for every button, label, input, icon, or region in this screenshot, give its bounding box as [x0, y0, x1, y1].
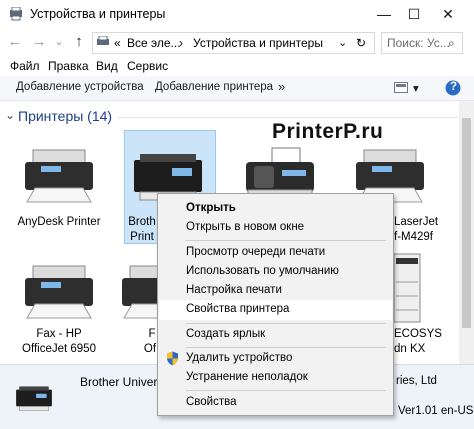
menu-tools[interactable]: Сервис [127, 59, 168, 73]
menu-item-troubleshoot[interactable]: Устранение неполадок [186, 371, 308, 383]
close-button[interactable]: ✕ [430, 0, 466, 28]
menu-item-create-shortcut[interactable]: Создать ярлык [186, 328, 265, 340]
device-label-ecosys[interactable]: ECOSYS [394, 327, 454, 342]
search-box[interactable]: Поиск: Ус... ⌕ [381, 32, 463, 54]
details-version: Ver1.01 en-US [398, 405, 474, 417]
breadcrumb-root[interactable]: « [114, 36, 121, 50]
maximize-button[interactable]: ☐ [396, 0, 432, 28]
view-options-icon[interactable] [394, 82, 408, 94]
device-label-laserjet-line2[interactable]: f-M429f [394, 230, 454, 245]
menu-item-view-print-queue[interactable]: Просмотр очереди печати [186, 246, 325, 258]
add-printer-button[interactable]: Добавление принтера [155, 81, 273, 93]
menu-view[interactable]: Вид [96, 59, 118, 73]
command-toolbar: Добавление устройства Добавление принтер… [0, 76, 474, 101]
address-bar[interactable]: « Все эле... › Устройства и принтеры ⌄ ↻ [92, 32, 375, 54]
device-label-laserjet[interactable]: LaserJet [394, 215, 454, 230]
menu-edit[interactable]: Правка [48, 59, 89, 73]
title-bar: Устройства и принтеры — ☐ ✕ [0, 0, 474, 28]
devices-printers-icon [10, 7, 22, 21]
watermark-logo: PrinterP.ru [272, 120, 384, 143]
device-label-partial-line2[interactable]: Of [142, 342, 158, 357]
device-label-fax-hp-line2[interactable]: OfficeJet 6950 [6, 342, 112, 357]
menu-bar: Файл Правка Вид Сервис [0, 57, 474, 75]
selected-printer-thumbnail-icon [16, 386, 52, 411]
group-header-printers[interactable]: Принтеры (14) [18, 108, 112, 124]
address-dropdown-icon[interactable]: ⌄ [338, 36, 347, 49]
back-arrow-icon[interactable]: ← [6, 33, 24, 51]
navigation-bar: ← → ⌄ ↑ « Все эле... › Устройства и прин… [0, 28, 474, 56]
breadcrumb-devices-printers[interactable]: Устройства и принтеры [193, 36, 323, 50]
search-icon[interactable]: ⌕ [448, 36, 455, 51]
details-manufacturer: ries, Ltd [396, 375, 437, 387]
menu-item-properties[interactable]: Свойства [186, 396, 237, 408]
scrollbar-thumb[interactable] [462, 118, 471, 328]
menu-separator [186, 390, 386, 391]
menu-item-open-new-window[interactable]: Открыть в новом окне [186, 221, 304, 233]
menu-separator [186, 323, 386, 324]
more-commands-button[interactable]: » [278, 79, 285, 94]
forward-arrow-icon[interactable]: → [30, 33, 48, 51]
printer-icon[interactable] [21, 148, 97, 204]
menu-item-open[interactable]: Открыть [186, 202, 236, 214]
menu-separator [186, 347, 386, 348]
device-label-ecosys-line2[interactable]: dn KX [394, 342, 454, 357]
device-label-brother-line2[interactable]: Print [126, 230, 158, 245]
menu-separator [186, 240, 386, 241]
device-label-fax-hp[interactable]: Fax - HP [6, 327, 112, 342]
help-icon-glyph: ? [450, 81, 458, 93]
refresh-icon[interactable]: ↻ [356, 36, 366, 50]
search-input[interactable]: Поиск: Ус... [387, 36, 450, 50]
view-dropdown-icon[interactable]: ▾ [413, 81, 419, 95]
breadcrumb-separator: › [179, 36, 183, 50]
window-title: Устройства и принтеры [30, 7, 166, 21]
details-device-name: Brother Univer [80, 375, 158, 389]
device-label-brother[interactable]: Broth [126, 215, 158, 230]
menu-file[interactable]: Файл [10, 59, 40, 73]
menu-item-remove-device[interactable]: Удалить устройство [186, 352, 292, 364]
recent-locations-icon[interactable]: ⌄ [50, 33, 68, 51]
fax-printer-icon[interactable] [21, 264, 97, 320]
menu-item-set-default[interactable]: Использовать по умолчанию [186, 265, 339, 277]
menu-item-print-preferences[interactable]: Настройка печати [186, 284, 282, 296]
breadcrumb-all-items[interactable]: Все эле... [127, 36, 181, 50]
group-collapse-icon[interactable]: ⌄ [5, 108, 15, 122]
menu-item-printer-properties[interactable]: Свойства принтера [186, 303, 289, 315]
device-label-anydesk[interactable]: AnyDesk Printer [6, 215, 112, 230]
add-device-button[interactable]: Добавление устройства [16, 81, 144, 93]
up-arrow-icon[interactable]: ↑ [70, 33, 88, 51]
devices-folder-icon [97, 36, 109, 45]
context-menu: Открыть Открыть в новом окне Просмотр оч… [157, 193, 394, 416]
uac-shield-icon [167, 351, 178, 366]
multifunction-printer-icon[interactable] [392, 252, 422, 324]
group-divider [118, 117, 458, 118]
